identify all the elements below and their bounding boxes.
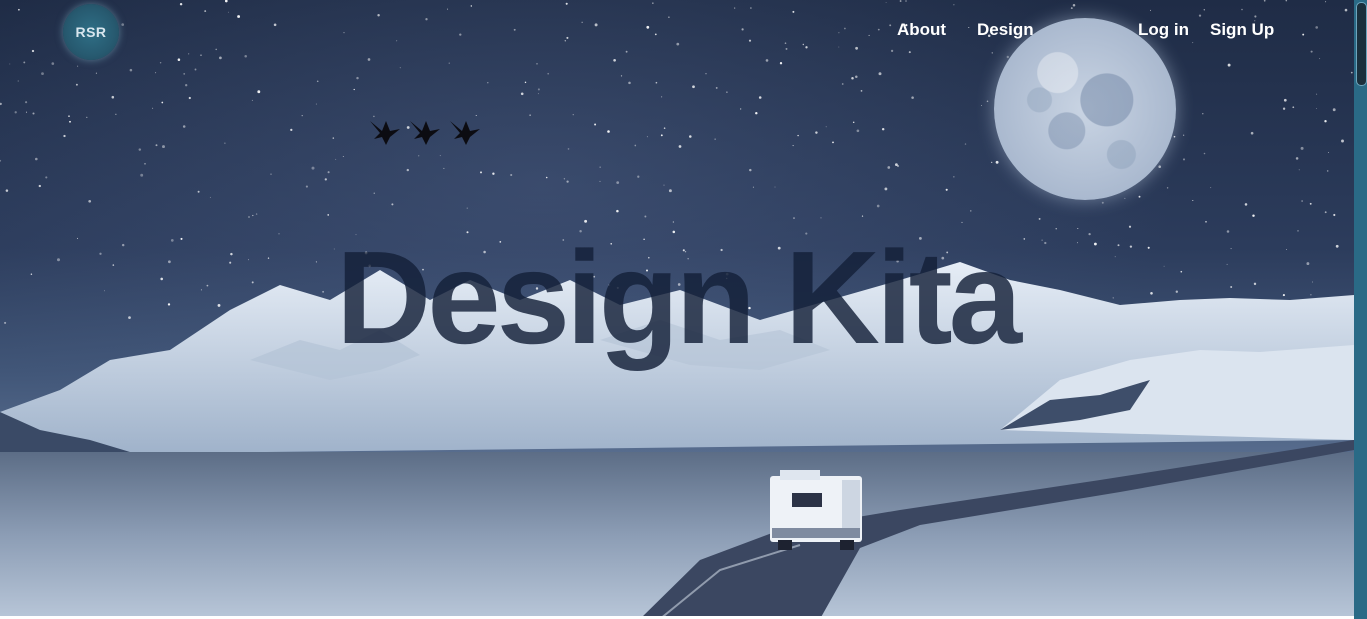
camper-van — [770, 470, 862, 550]
nav-signup-link[interactable]: Sign Up — [1210, 20, 1274, 40]
scrollbar-thumb[interactable] — [1356, 2, 1367, 86]
hero-title: Design Kita — [335, 224, 1022, 371]
top-navigation: About Design Log in Sign Up — [0, 20, 1354, 44]
vertical-scrollbar[interactable] — [1354, 0, 1367, 619]
nav-about-link[interactable]: About — [897, 20, 946, 40]
nav-design-link[interactable]: Design — [977, 20, 1034, 40]
nav-login-link[interactable]: Log in — [1138, 20, 1189, 40]
hero-section: Design Kita — [0, 0, 1354, 619]
